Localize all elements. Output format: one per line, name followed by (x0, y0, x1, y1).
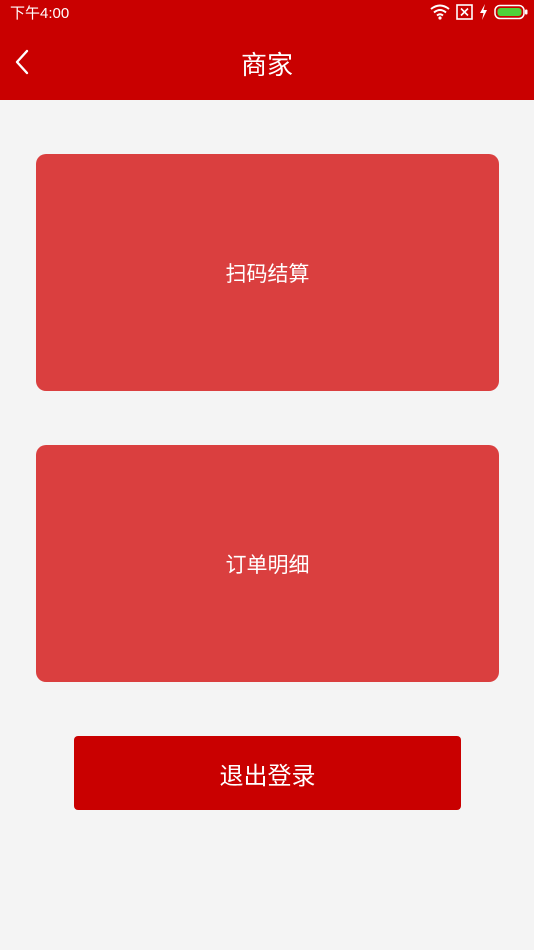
logout-button[interactable]: 退出登录 (74, 736, 461, 810)
logout-label: 退出登录 (219, 761, 316, 790)
wifi-icon (430, 4, 450, 24)
app-header: 下午4:00 商家 (0, 0, 534, 100)
status-bar: 下午4:00 (0, 0, 534, 28)
status-icons (430, 4, 528, 24)
battery-icon (494, 4, 528, 24)
scan-checkout-button[interactable]: 扫码结算 (36, 154, 499, 391)
order-details-label: 订单明细 (225, 552, 310, 577)
status-time: 下午4:00 (10, 5, 70, 22)
nav-bar: 商家 (0, 28, 534, 100)
charging-icon (479, 4, 488, 24)
sim-x-icon (456, 4, 473, 24)
page-title: 商家 (240, 51, 293, 81)
order-details-button[interactable]: 订单明细 (36, 445, 499, 682)
scan-checkout-label: 扫码结算 (225, 261, 310, 286)
